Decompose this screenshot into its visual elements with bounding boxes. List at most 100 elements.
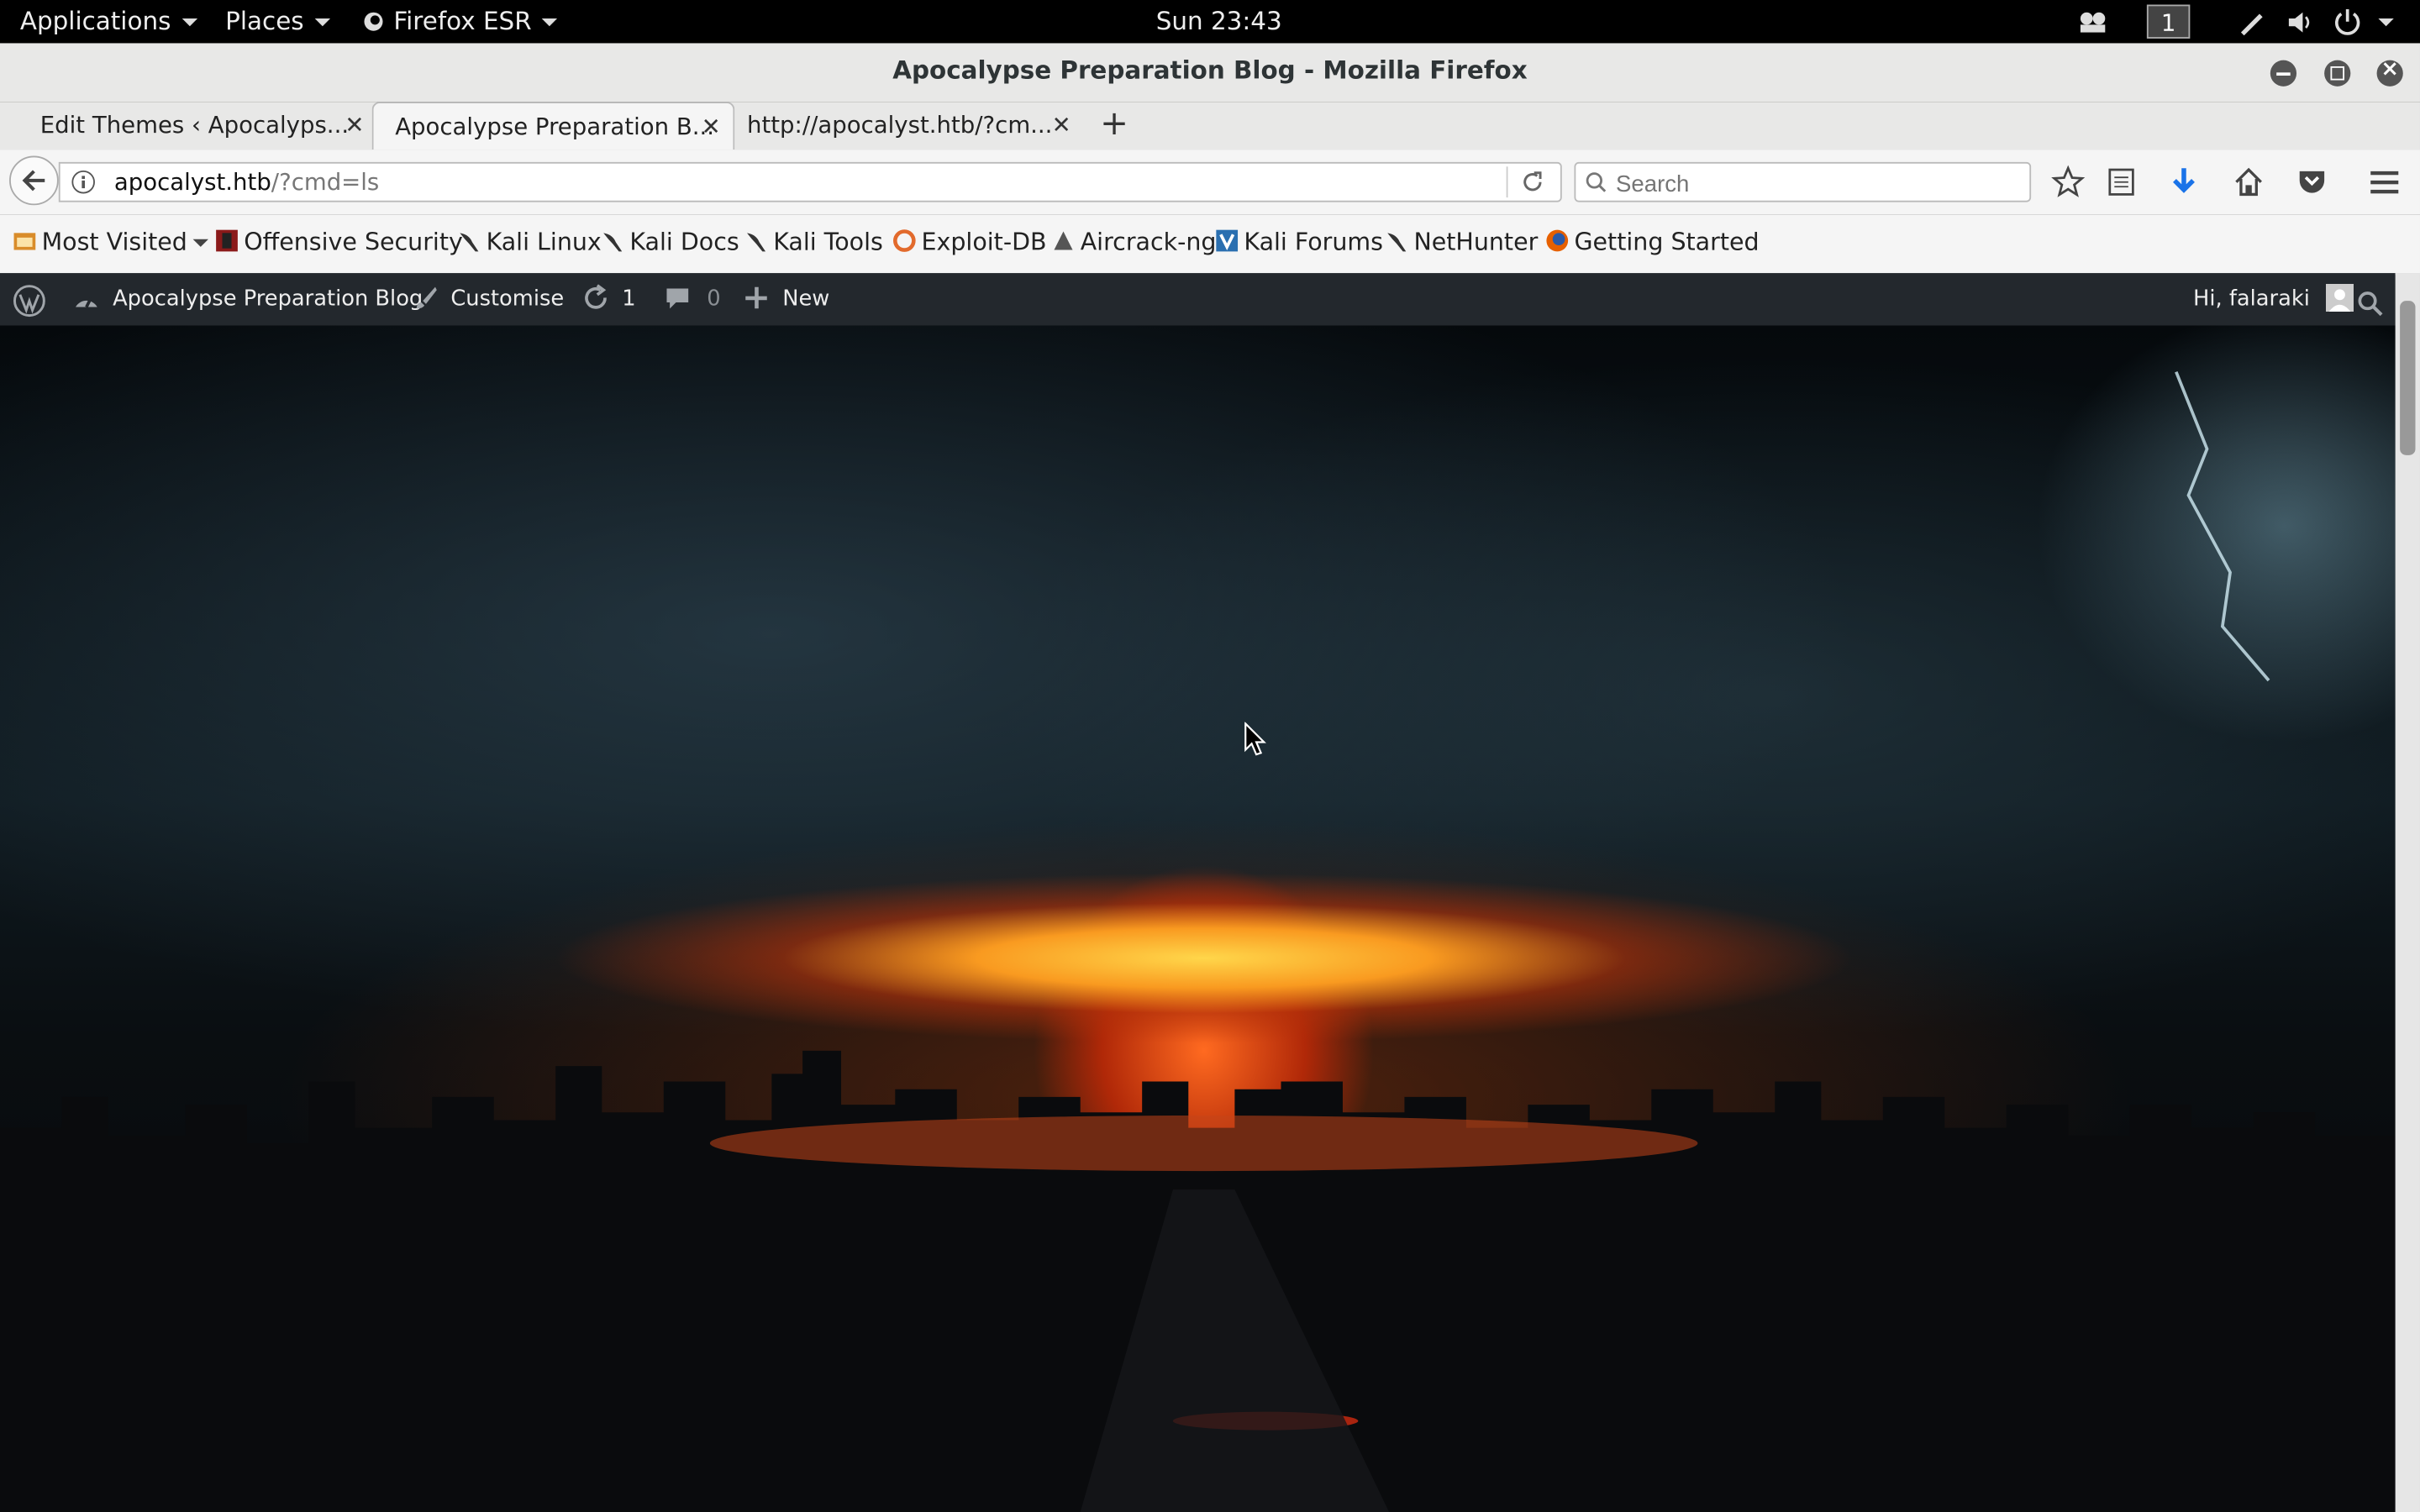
bookmark-label: Kali Docs: [629, 228, 739, 256]
bookmark-most-visited[interactable]: Most Visited: [13, 228, 209, 256]
wp-comments-count: 0: [707, 286, 721, 312]
window-title: Apocalypse Preparation Blog - Mozilla Fi…: [892, 55, 1528, 86]
tab-strip: Edit Themes ‹ Apocalyps... ✕ Apocalypse …: [0, 102, 2420, 151]
updates-refresh-icon: [585, 284, 607, 309]
most-visited-icon: [13, 233, 36, 250]
close-window-button[interactable]: ×: [2376, 57, 2403, 87]
back-button[interactable]: [9, 155, 59, 206]
bookmark-nethunter[interactable]: NetHunter: [1385, 228, 1539, 256]
url-path: /?cmd=ls: [271, 168, 380, 197]
wp-search-button[interactable]: [2357, 286, 2385, 317]
hamburger-menu-icon[interactable]: [2368, 165, 2402, 199]
navigation-toolbar: apocalyst.htb/?cmd=ls: [0, 150, 2420, 215]
city-skyline-silhouette: [0, 370, 2396, 1512]
bookmark-label: Offensive Security: [244, 228, 463, 256]
firefox-app-menu[interactable]: Firefox ESR: [363, 0, 558, 43]
tab-edit-themes[interactable]: Edit Themes ‹ Apocalyps... ✕: [18, 102, 376, 150]
kali-dragon-icon: [1387, 233, 1407, 252]
tab-close-icon[interactable]: ✕: [1052, 102, 1071, 148]
bookmark-star-icon[interactable]: [2051, 165, 2086, 199]
wp-customise-link[interactable]: Customise: [413, 273, 564, 325]
search-input[interactable]: [1612, 166, 2021, 201]
url-bar[interactable]: apocalyst.htb/?cmd=ls: [58, 161, 1562, 202]
bookmark-label: NetHunter: [1413, 228, 1539, 256]
new-tab-button[interactable]: +: [1094, 102, 1134, 148]
kali-dragon-icon: [603, 233, 623, 252]
workspace-indicator[interactable]: 1: [2146, 4, 2191, 39]
bookmark-exploit-db[interactable]: Exploit-DB: [892, 228, 1047, 256]
tab-close-icon[interactable]: ✕: [702, 103, 721, 150]
applications-label: Applications: [19, 6, 171, 36]
reader-list-icon[interactable]: [2105, 165, 2139, 199]
window-titlebar: Apocalypse Preparation Blog - Mozilla Fi…: [0, 43, 2420, 102]
aircrack-icon: [1054, 231, 1073, 250]
wp-account-menu[interactable]: Hi, falaraki: [2193, 273, 2354, 325]
wp-new-label: New: [782, 286, 830, 312]
minimize-button[interactable]: [2270, 60, 2297, 87]
bookmark-label: Most Visited: [41, 228, 187, 256]
system-menu-caret[interactable]: [2378, 18, 2394, 27]
gnome-top-bar: Applications Places Firefox ESR Sun 23:4…: [0, 0, 2420, 44]
tab-label: http://apocalyst.htb/?cm...: [746, 111, 1053, 139]
screen: Applications Places Firefox ESR Sun 23:4…: [0, 0, 2420, 1512]
wp-logo-button[interactable]: [13, 284, 46, 318]
wordpress-logo-icon: [13, 285, 45, 318]
power-icon[interactable]: [2333, 8, 2361, 35]
mouse-cursor-icon: [1244, 722, 1266, 756]
wp-site-name: Apocalypse Preparation Blog: [113, 286, 424, 312]
clock-label: Sun 23:43: [1155, 6, 1282, 36]
bookmark-kali-linux[interactable]: Kali Linux: [457, 228, 602, 256]
applications-menu[interactable]: Applications: [20, 0, 197, 43]
places-label: Places: [225, 6, 304, 36]
paintbrush-icon: [416, 286, 437, 309]
wp-site-name-link[interactable]: Apocalypse Preparation Blog: [72, 273, 423, 325]
bookmark-label: Kali Linux: [486, 228, 602, 256]
bookmark-label: Kali Tools: [773, 228, 883, 256]
page-scrollbar[interactable]: [2395, 273, 2420, 1512]
bookmarks-toolbar: Most Visited Offensive Security Kali Lin…: [0, 214, 2420, 275]
wp-new-content-link[interactable]: New: [745, 273, 829, 325]
downloads-icon[interactable]: [2167, 165, 2201, 199]
scrollbar-thumb[interactable]: [2400, 301, 2416, 455]
url-text: apocalyst.htb/?cmd=ls: [114, 168, 379, 196]
bookmark-getting-started[interactable]: Getting Started: [1545, 228, 1760, 256]
maximize-button[interactable]: [2324, 60, 2351, 87]
volume-icon[interactable]: [2286, 9, 2317, 35]
home-icon[interactable]: [2232, 165, 2265, 199]
tab-label: Edit Themes ‹ Apocalyps...: [39, 111, 350, 139]
site-info-icon[interactable]: [71, 170, 95, 194]
tab-close-icon[interactable]: ✕: [345, 102, 364, 148]
bookmark-kali-tools[interactable]: Kali Tools: [744, 228, 883, 256]
tab-label: Apocalypse Preparation B...: [395, 113, 715, 141]
bookmark-label: Exploit-DB: [921, 228, 1047, 256]
kali-dragon-icon: [746, 233, 766, 252]
places-menu[interactable]: Places: [225, 0, 330, 43]
url-host: apocalyst.htb: [113, 168, 271, 197]
exploit-db-icon: [893, 229, 916, 252]
offsec-icon: [216, 229, 238, 252]
wp-customise-label: Customise: [450, 286, 565, 312]
firefox-app-icon: [364, 12, 383, 31]
pocket-icon[interactable]: [2295, 165, 2328, 199]
video-devices-icon[interactable]: [2077, 11, 2108, 34]
bookmark-label: Kali Forums: [1244, 228, 1383, 256]
network-icon[interactable]: [2238, 9, 2265, 36]
tab-cmd-url[interactable]: http://apocalyst.htb/?cm... ✕: [725, 102, 1083, 150]
tab-apocalypse-blog[interactable]: Apocalypse Preparation B... ✕: [371, 102, 735, 150]
bookmark-kali-forums[interactable]: Kali Forums: [1215, 228, 1383, 256]
bookmark-kali-docs[interactable]: Kali Docs: [600, 228, 739, 256]
search-bar[interactable]: [1574, 161, 2032, 202]
dashboard-gauge-icon: [75, 297, 97, 308]
bookmark-aircrack-ng[interactable]: Aircrack-ng: [1051, 228, 1217, 256]
wp-updates-link[interactable]: 1: [581, 273, 636, 325]
search-icon: [1586, 172, 1607, 192]
clock[interactable]: Sun 23:43: [1156, 0, 1282, 43]
wp-updates-count: 1: [622, 286, 636, 312]
reload-icon[interactable]: [1520, 170, 1544, 194]
wp-comments-link[interactable]: 0: [664, 273, 721, 325]
bookmark-label: Aircrack-ng: [1080, 228, 1217, 256]
avatar: [2326, 283, 2354, 312]
bookmark-offensive-security[interactable]: Offensive Security: [214, 228, 463, 256]
wp-greeting: Hi, falaraki: [2192, 286, 2310, 312]
header-image-nuclear-explosion: [0, 325, 2396, 1512]
